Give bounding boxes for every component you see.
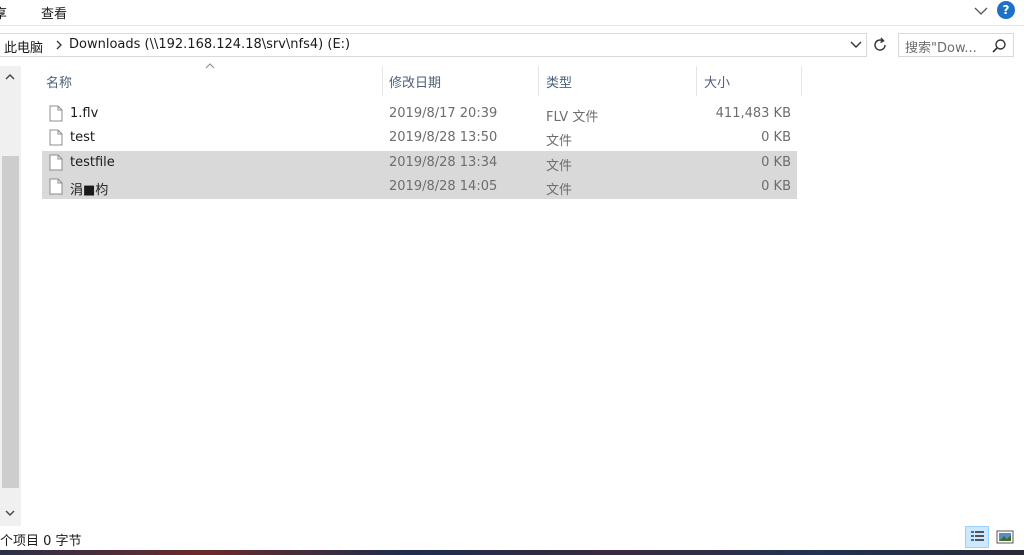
file-icon — [49, 129, 63, 146]
file-icon — [49, 105, 63, 122]
ribbon: 享 查看 ? — [0, 0, 1024, 25]
address-dropdown-icon[interactable] — [850, 40, 862, 50]
file-row[interactable]: test 2019/8/28 13:50 文件 0 KB — [42, 126, 797, 150]
file-size: 411,483 KB — [715, 106, 791, 121]
chevron-right-icon[interactable] — [55, 40, 63, 50]
file-name[interactable]: 1.flv — [70, 106, 98, 121]
column-divider[interactable] — [801, 66, 802, 96]
search-icon[interactable] — [991, 38, 1007, 54]
breadcrumb-downloads[interactable]: Downloads (\\192.168.124.18\srv\nfs4) (E… — [69, 37, 350, 52]
ribbon-divider — [0, 25, 1024, 26]
status-item-count: 个项目 0 字节 — [0, 534, 82, 549]
file-name[interactable]: testfile — [70, 155, 115, 170]
file-size: 0 KB — [761, 130, 791, 145]
address-bar: 此电脑 Downloads (\\192.168.124.18\srv\nfs4… — [0, 33, 1024, 57]
file-type: FLV 文件 — [546, 110, 599, 125]
chevron-down-icon[interactable] — [972, 2, 990, 20]
column-divider[interactable] — [382, 66, 383, 96]
column-header-date[interactable]: 修改日期 — [389, 72, 441, 91]
file-name[interactable]: test — [70, 130, 95, 145]
file-date: 2019/8/17 20:39 — [389, 106, 498, 121]
file-icon — [49, 154, 63, 171]
file-icon — [49, 178, 63, 195]
file-date: 2019/8/28 13:50 — [389, 130, 498, 145]
column-header-size[interactable]: 大小 — [704, 72, 730, 91]
search-placeholder: 搜索"Dow... — [905, 41, 977, 56]
column-divider[interactable] — [538, 66, 539, 96]
breadcrumb-this-pc[interactable]: 此电脑 — [4, 37, 43, 56]
scroll-thumb[interactable] — [2, 156, 19, 488]
vertical-scrollbar[interactable] — [0, 66, 21, 526]
file-size: 0 KB — [761, 179, 791, 194]
large-icons-view-icon[interactable] — [994, 526, 1016, 548]
scroll-up-icon[interactable] — [4, 72, 16, 82]
file-row[interactable]: testfile 2019/8/28 13:34 文件 0 KB — [42, 151, 797, 175]
details-view-icon — [971, 531, 984, 541]
sort-ascending-icon — [205, 63, 215, 69]
help-icon[interactable]: ? — [997, 1, 1015, 19]
file-date: 2019/8/28 13:34 — [389, 155, 498, 170]
tab-view[interactable]: 查看 — [41, 3, 67, 22]
file-size: 0 KB — [761, 155, 791, 170]
column-header-type[interactable]: 类型 — [546, 72, 572, 91]
file-type: 文件 — [546, 134, 573, 149]
file-date: 2019/8/28 14:05 — [389, 179, 498, 194]
column-header-name[interactable]: 名称 — [46, 72, 72, 91]
refresh-icon[interactable] — [871, 36, 889, 54]
file-row[interactable]: 涓■枃 2019/8/28 14:05 文件 0 KB — [42, 175, 797, 199]
search-input[interactable]: 搜索"Dow... — [898, 33, 1014, 57]
column-divider[interactable] — [696, 66, 697, 96]
details-view-button[interactable] — [965, 526, 989, 548]
file-row[interactable]: 1.flv 2019/8/17 20:39 FLV 文件 411,483 KB — [42, 102, 797, 126]
file-type: 文件 — [546, 183, 573, 198]
file-name[interactable]: 涓■枃 — [70, 179, 108, 198]
tab-share[interactable]: 享 — [0, 3, 7, 22]
address-field[interactable]: 此电脑 Downloads (\\192.168.124.18\srv\nfs4… — [0, 33, 867, 57]
desktop-strip — [0, 550, 1024, 555]
scroll-down-icon[interactable] — [4, 508, 16, 518]
file-type: 文件 — [546, 159, 573, 174]
